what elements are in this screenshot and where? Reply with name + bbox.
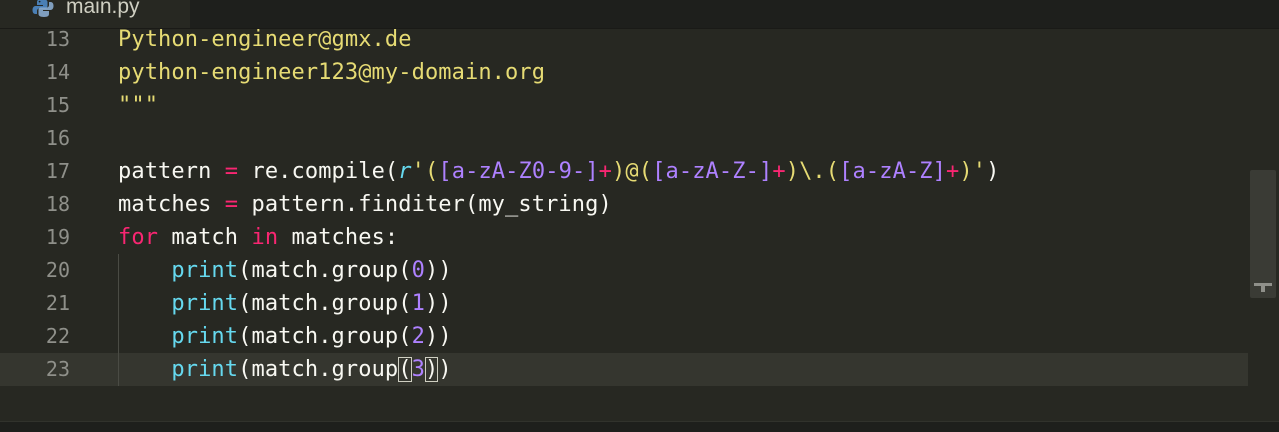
code-line[interactable]: 14 python-engineer123@my-domain.org: [0, 56, 1248, 89]
code-text: """: [118, 93, 159, 118]
code-text: python-engineer123@my-domain.org: [118, 60, 546, 85]
line-number: 21: [45, 291, 70, 315]
code-text: print(match.group(0)): [171, 258, 452, 283]
scroll-position-marker: [1254, 283, 1272, 292]
code-text: print(match.group(3)): [171, 357, 452, 382]
line-number: 15: [45, 93, 70, 117]
line-number: 20: [45, 258, 70, 282]
code-line[interactable]: 16: [0, 122, 1248, 155]
line-number: 14: [45, 60, 70, 84]
tab-label: main.py: [66, 0, 140, 18]
code-editor[interactable]: 13 Python-engineer@gmx.de 14 python-engi…: [0, 27, 1279, 422]
line-number: 17: [45, 159, 70, 183]
code-text: matches = pattern.finditer(my_string): [118, 192, 612, 217]
code-text: pattern = re.compile(r'([a-zA-Z0-9-]+)@(…: [118, 159, 1000, 184]
code-line[interactable]: 22 print(match.group(2)): [0, 320, 1248, 353]
line-number: 19: [45, 225, 70, 249]
line-number: 23: [45, 357, 70, 381]
code-text: Python-engineer@gmx.de: [118, 27, 412, 52]
code-line[interactable]: 19 for match in matches:: [0, 221, 1248, 254]
line-number: 22: [45, 324, 70, 348]
code-line[interactable]: 21 print(match.group(1)): [0, 287, 1248, 320]
status-bar: [0, 421, 1279, 432]
vertical-scrollbar[interactable]: [1250, 170, 1276, 298]
python-icon: [32, 0, 54, 17]
line-number: 16: [45, 126, 70, 150]
code-text: for match in matches:: [118, 225, 399, 250]
code-line[interactable]: 20 print(match.group(0)): [0, 254, 1248, 287]
code-line[interactable]: 17 pattern = re.compile(r'([a-zA-Z0-9-]+…: [0, 155, 1248, 188]
line-number: 13: [45, 27, 70, 51]
code-text: print(match.group(2)): [171, 324, 452, 349]
code-line[interactable]: 15 """: [0, 89, 1248, 122]
code-text: print(match.group(1)): [171, 291, 452, 316]
code-line[interactable]: 13 Python-engineer@gmx.de: [0, 23, 1248, 56]
code-line[interactable]: 18 matches = pattern.finditer(my_string): [0, 188, 1248, 221]
current-code-line[interactable]: 23 print(match.group(3)): [0, 353, 1248, 386]
line-number: 18: [45, 192, 70, 216]
